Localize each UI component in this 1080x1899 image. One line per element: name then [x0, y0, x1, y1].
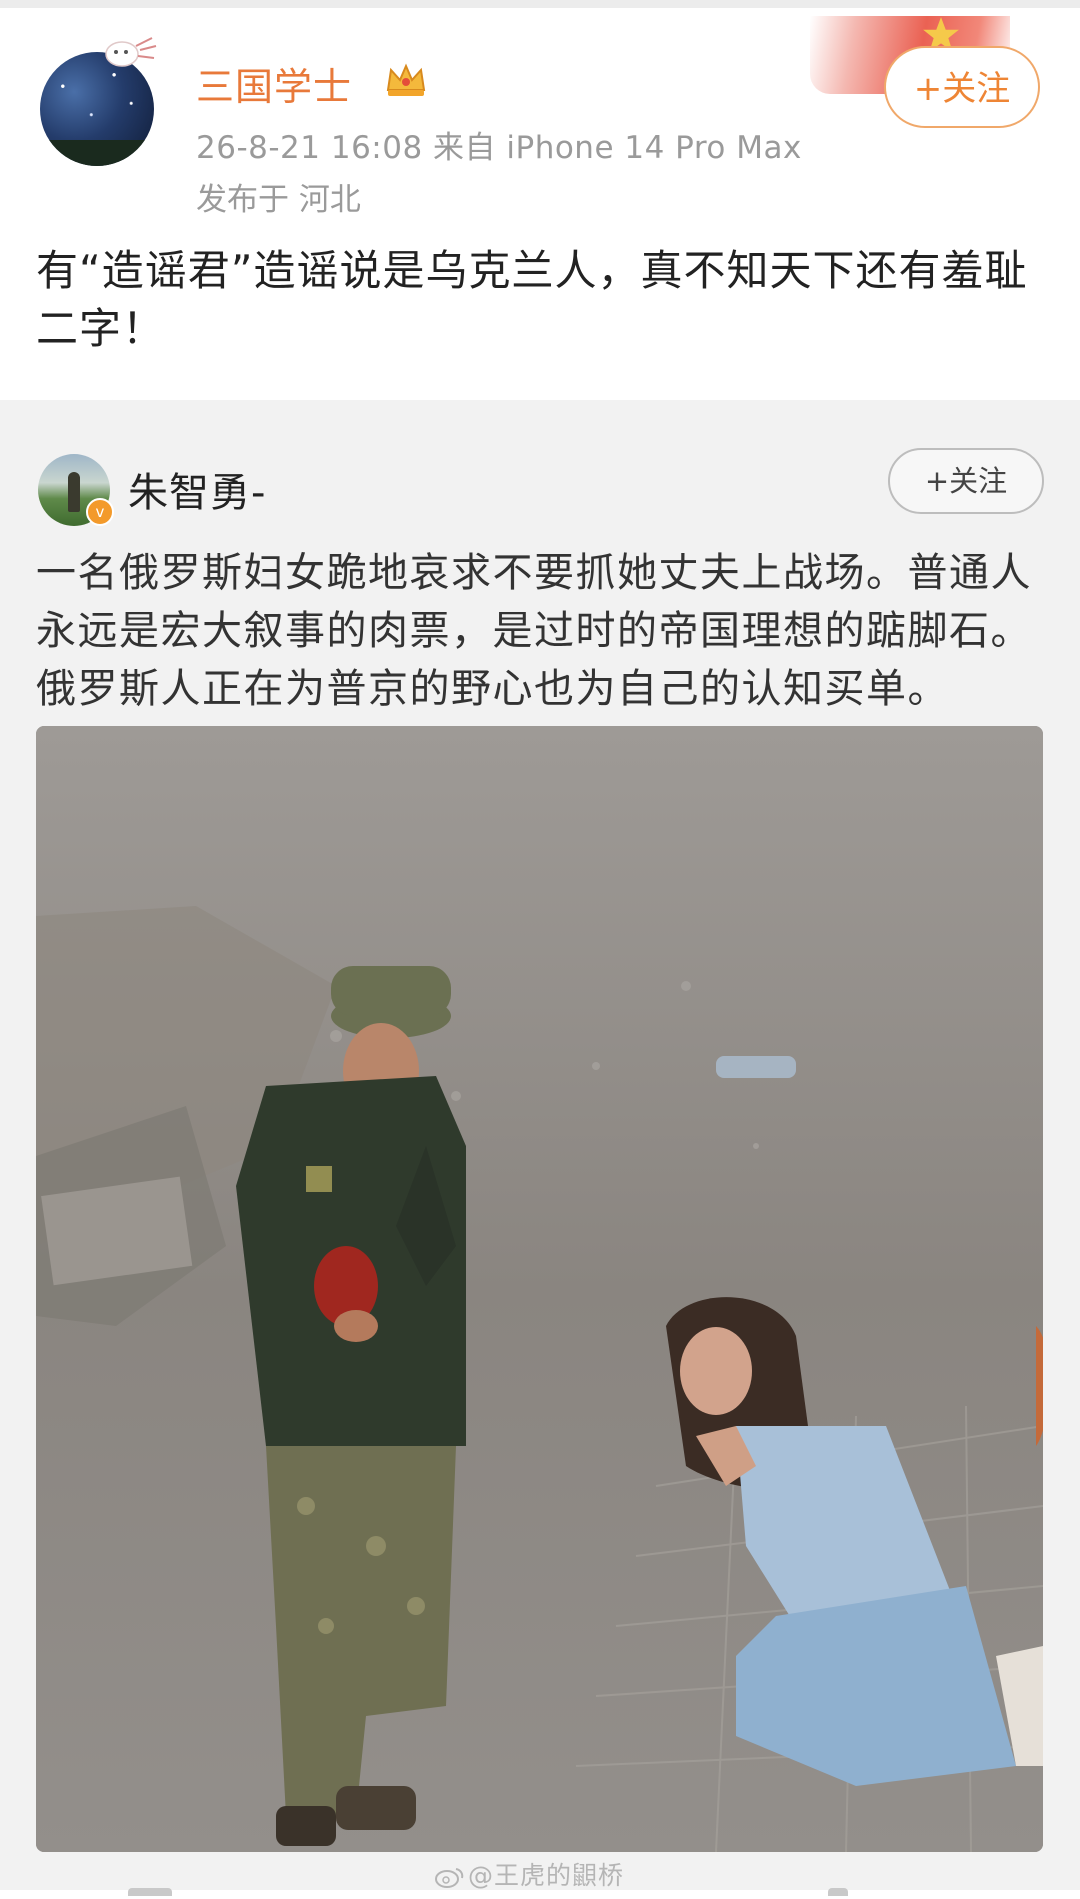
repost-photo[interactable] — [36, 726, 1043, 1852]
verified-badge-icon: v — [86, 498, 114, 526]
weibo-logo-icon — [435, 1868, 464, 1888]
repost-follow-button[interactable]: +关注 — [888, 448, 1044, 514]
username[interactable]: 三国学士 — [196, 56, 352, 111]
bottom-tab-icon[interactable] — [128, 1888, 172, 1896]
post-location: 发布于 河北 — [196, 182, 361, 218]
bottom-tab-icon[interactable] — [828, 1888, 848, 1896]
watermark-text: @王虎的鼰桥 — [468, 1861, 625, 1890]
post-text: 有“造谣君”造谣说是乌克兰人，真不知天下还有羞耻二字！ — [36, 246, 1028, 353]
status-strip — [0, 0, 1080, 8]
watermark: @王虎的鼰桥 — [434, 1856, 624, 1892]
crown-icon — [386, 63, 426, 96]
repost-text: 一名俄罗斯妇女跪地哀求不要抓她丈夫上战场。普通人永远是宏大叙事的肉票，是过时的帝… — [36, 550, 1032, 712]
post-meta: 26-8-21 16:08 来自 iPhone 14 Pro Max — [196, 130, 802, 166]
avatar-pendant-icon — [105, 37, 157, 67]
follow-button[interactable]: +关注 — [884, 46, 1040, 128]
repost-username[interactable]: 朱智勇- — [128, 460, 266, 518]
